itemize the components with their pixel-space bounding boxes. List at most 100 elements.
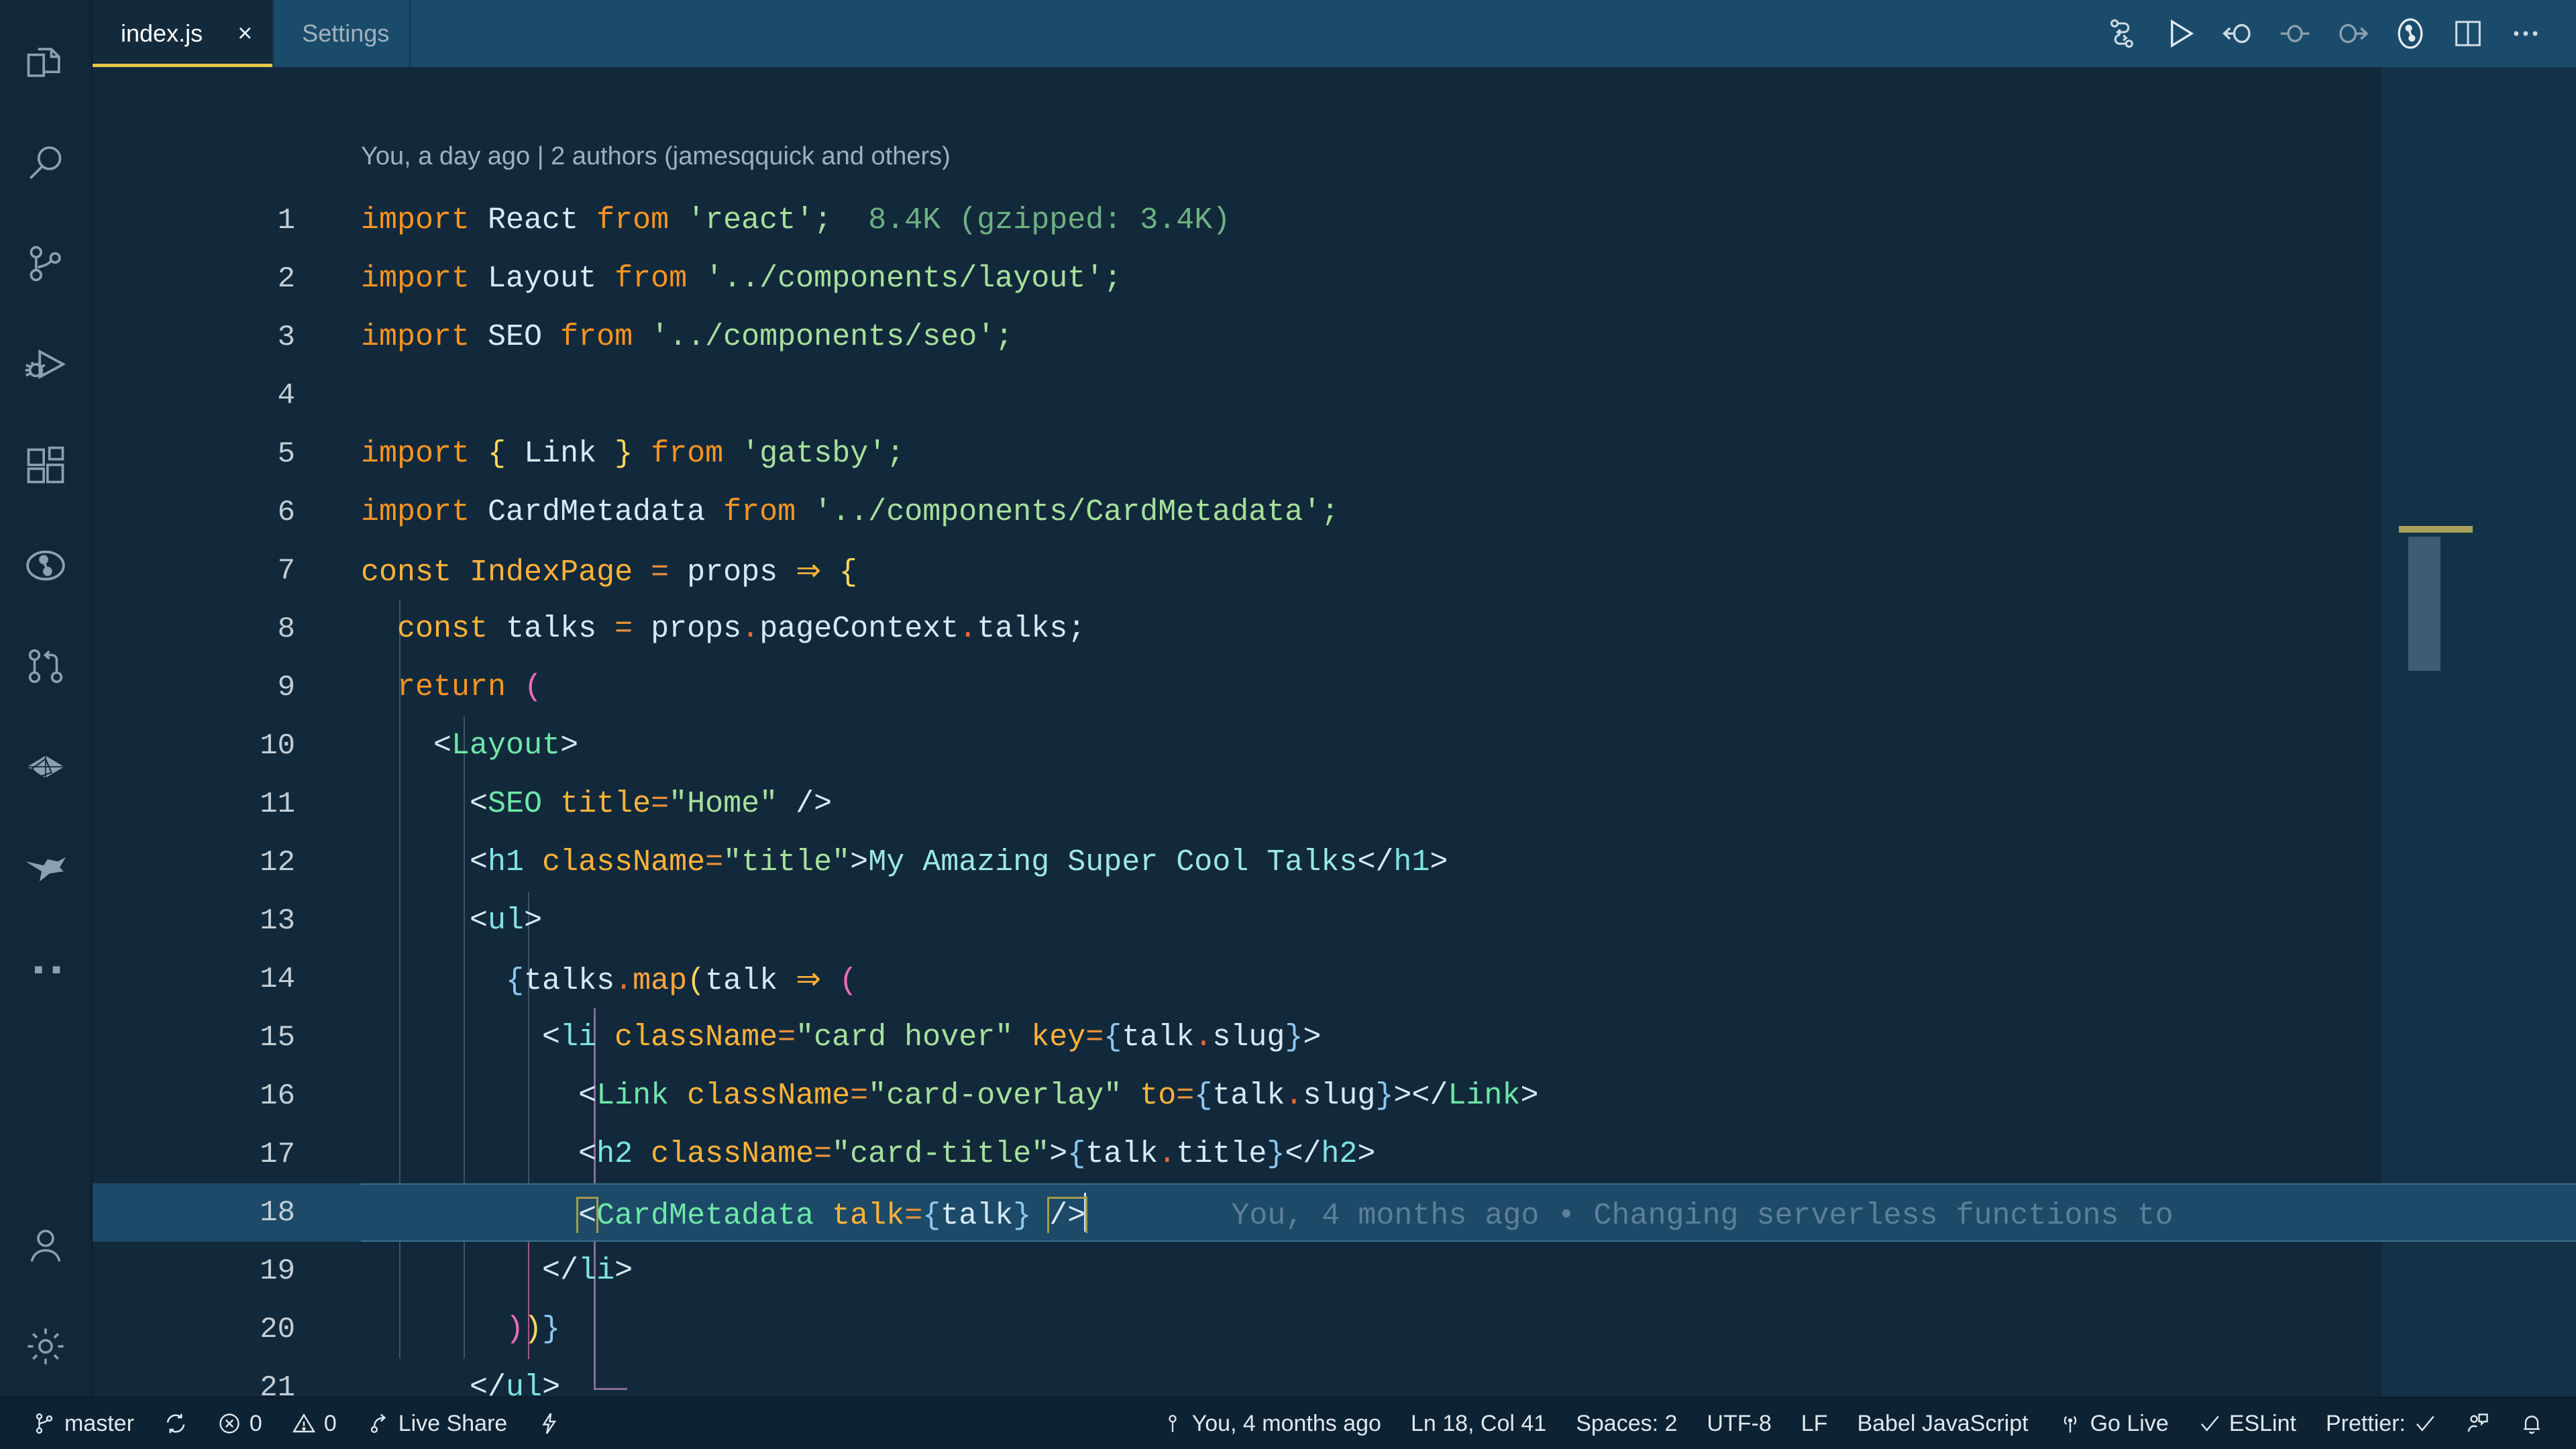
- code-line[interactable]: 1 import React from 'react'; 8.4K (gzipp…: [93, 191, 2576, 250]
- status-warnings-count: 0: [324, 1411, 337, 1437]
- token-punct: <: [470, 904, 488, 938]
- status-eslint[interactable]: ESLint: [2184, 1397, 2311, 1449]
- code-line[interactable]: 10 <Layout>: [93, 716, 2576, 775]
- status-language-mode[interactable]: Babel JavaScript: [1842, 1397, 2043, 1449]
- status-encoding-label: UTF-8: [1707, 1411, 1771, 1437]
- sidebar-item-quote[interactable]: [0, 918, 92, 1018]
- code-line[interactable]: 15 <li className="card hover" key={talk.…: [93, 1008, 2576, 1067]
- line-content: import CardMetadata from '../components/…: [314, 495, 2576, 529]
- token-keyword: import: [361, 203, 470, 237]
- token-operator: =: [904, 1199, 922, 1233]
- split-editor-icon[interactable]: [2439, 0, 2497, 67]
- line-number: 20: [93, 1313, 314, 1346]
- sidebar-item-search[interactable]: [0, 113, 92, 213]
- status-go-live[interactable]: Go Live: [2043, 1397, 2184, 1449]
- code-line-active[interactable]: 18 <CardMetadata talk={talk} /> You, 4 m…: [93, 1183, 2576, 1242]
- status-encoding[interactable]: UTF-8: [1692, 1397, 1786, 1449]
- check-icon: [2198, 1412, 2221, 1435]
- run-play-icon[interactable]: [2151, 0, 2208, 67]
- code-line[interactable]: 7 const IndexPage = props ⇒ {: [93, 541, 2576, 600]
- token-punct: >: [1303, 1020, 1321, 1055]
- code-line[interactable]: 5 import { Link } from 'gatsby';: [93, 425, 2576, 483]
- token-string: "card-title": [832, 1137, 1049, 1171]
- source-control-icon: [32, 1411, 56, 1436]
- code-line[interactable]: 19 </li>: [93, 1242, 2576, 1300]
- split-terminal-icon[interactable]: [2093, 0, 2151, 67]
- token-identifier: slug: [1212, 1020, 1285, 1055]
- token-keyword: import: [361, 262, 470, 296]
- token-string: 'gatsby';: [741, 437, 904, 471]
- status-sync[interactable]: [149, 1397, 203, 1449]
- code-line[interactable]: 12 <h1 className="title">My Amazing Supe…: [93, 833, 2576, 892]
- status-live-share[interactable]: Live Share: [352, 1397, 523, 1449]
- close-icon[interactable]: ×: [237, 21, 252, 46]
- status-cursor-position[interactable]: Ln 18, Col 41: [1396, 1397, 1561, 1449]
- code-line[interactable]: 9 return (: [93, 658, 2576, 716]
- code-line[interactable]: 17 <h2 className="card-title">{talk.titl…: [93, 1125, 2576, 1183]
- code-line[interactable]: 21 </ul>: [93, 1358, 2576, 1397]
- code-line[interactable]: 13 <ul>: [93, 892, 2576, 950]
- tab-index-js[interactable]: index.js ×: [93, 0, 274, 67]
- code-line[interactable]: 14 {talks.map(talk ⇒ (: [93, 950, 2576, 1008]
- line-number: 15: [93, 1021, 314, 1055]
- line-content: const IndexPage = props ⇒ {: [314, 552, 2576, 590]
- status-prettier[interactable]: Prettier:: [2311, 1397, 2451, 1449]
- code-line[interactable]: 6 import CardMetadata from '../component…: [93, 483, 2576, 541]
- token-operator: =: [850, 1079, 868, 1113]
- code-line[interactable]: 2 import Layout from '../components/layo…: [93, 250, 2576, 308]
- sidebar-item-source-control[interactable]: [0, 213, 92, 314]
- sync-icon: [164, 1411, 188, 1436]
- tab-settings[interactable]: Settings: [274, 0, 411, 67]
- sidebar-item-git-graph[interactable]: [0, 616, 92, 716]
- code-editor[interactable]: You, a day ago | 2 authors (jamesqquick …: [93, 67, 2576, 1397]
- sidebar-item-explorer[interactable]: [0, 12, 92, 113]
- status-errors[interactable]: 0: [203, 1397, 277, 1449]
- code-line[interactable]: 3 import SEO from '../components/seo';: [93, 308, 2576, 366]
- code-line[interactable]: 20 ))}: [93, 1300, 2576, 1358]
- token-tag: ul: [488, 904, 524, 938]
- sidebar-item-extensions[interactable]: [0, 415, 92, 515]
- token-tag: SEO: [488, 787, 542, 821]
- code-line[interactable]: 16 <Link className="card-overlay" to={ta…: [93, 1067, 2576, 1125]
- token-operator: =: [651, 787, 669, 821]
- status-quokka[interactable]: [522, 1397, 576, 1449]
- status-feedback[interactable]: [2451, 1397, 2505, 1449]
- token-punct: <: [578, 1079, 596, 1113]
- token-punct: </: [1285, 1137, 1321, 1171]
- sidebar-item-manage[interactable]: [0, 1296, 92, 1397]
- status-branch[interactable]: master: [17, 1397, 149, 1449]
- gitlens-compare-icon[interactable]: [2381, 0, 2439, 67]
- vscode-window: index.js × Settings: [0, 0, 2576, 1449]
- search-icon: [23, 140, 68, 186]
- code-line[interactable]: 4: [93, 366, 2576, 425]
- line-content: import Layout from '../components/layout…: [314, 262, 2576, 296]
- status-notifications[interactable]: [2505, 1397, 2559, 1449]
- sidebar-item-run-and-debug[interactable]: [0, 314, 92, 415]
- status-indentation[interactable]: Spaces: 2: [1561, 1397, 1692, 1449]
- sidebar-item-live-share[interactable]: [0, 817, 92, 918]
- token-dot: .: [1194, 1020, 1212, 1055]
- step-back-icon[interactable]: [2208, 0, 2266, 67]
- token-bracket: (: [687, 964, 705, 998]
- token-bracket: }: [1285, 1020, 1303, 1055]
- sidebar-item-gitlens[interactable]: [0, 515, 92, 616]
- code-line[interactable]: 11 <SEO title="Home" />: [93, 775, 2576, 833]
- token-identifier: talk: [1085, 1137, 1158, 1171]
- sidebar-item-prisma[interactable]: [0, 716, 92, 817]
- status-eol[interactable]: LF: [1786, 1397, 1843, 1449]
- status-blame[interactable]: You, 4 months ago: [1146, 1397, 1396, 1449]
- code-line[interactable]: 8 const talks = props.pageContext.talks;: [93, 600, 2576, 658]
- token-punct: >: [542, 1371, 560, 1397]
- step-forward-icon[interactable]: [2324, 0, 2381, 67]
- status-indentation-label: Spaces: 2: [1576, 1411, 1677, 1437]
- line-number: 4: [93, 379, 314, 413]
- token-attribute: className: [687, 1079, 850, 1113]
- line-content: const talks = props.pageContext.talks;: [314, 612, 2576, 646]
- commit-dot-icon[interactable]: [2266, 0, 2324, 67]
- more-actions-icon[interactable]: [2497, 0, 2555, 67]
- tab-label: index.js: [121, 19, 203, 48]
- sidebar-item-accounts[interactable]: [0, 1195, 92, 1296]
- line-number: 9: [93, 671, 314, 704]
- status-warnings[interactable]: 0: [277, 1397, 352, 1449]
- token-attribute: className: [651, 1137, 814, 1171]
